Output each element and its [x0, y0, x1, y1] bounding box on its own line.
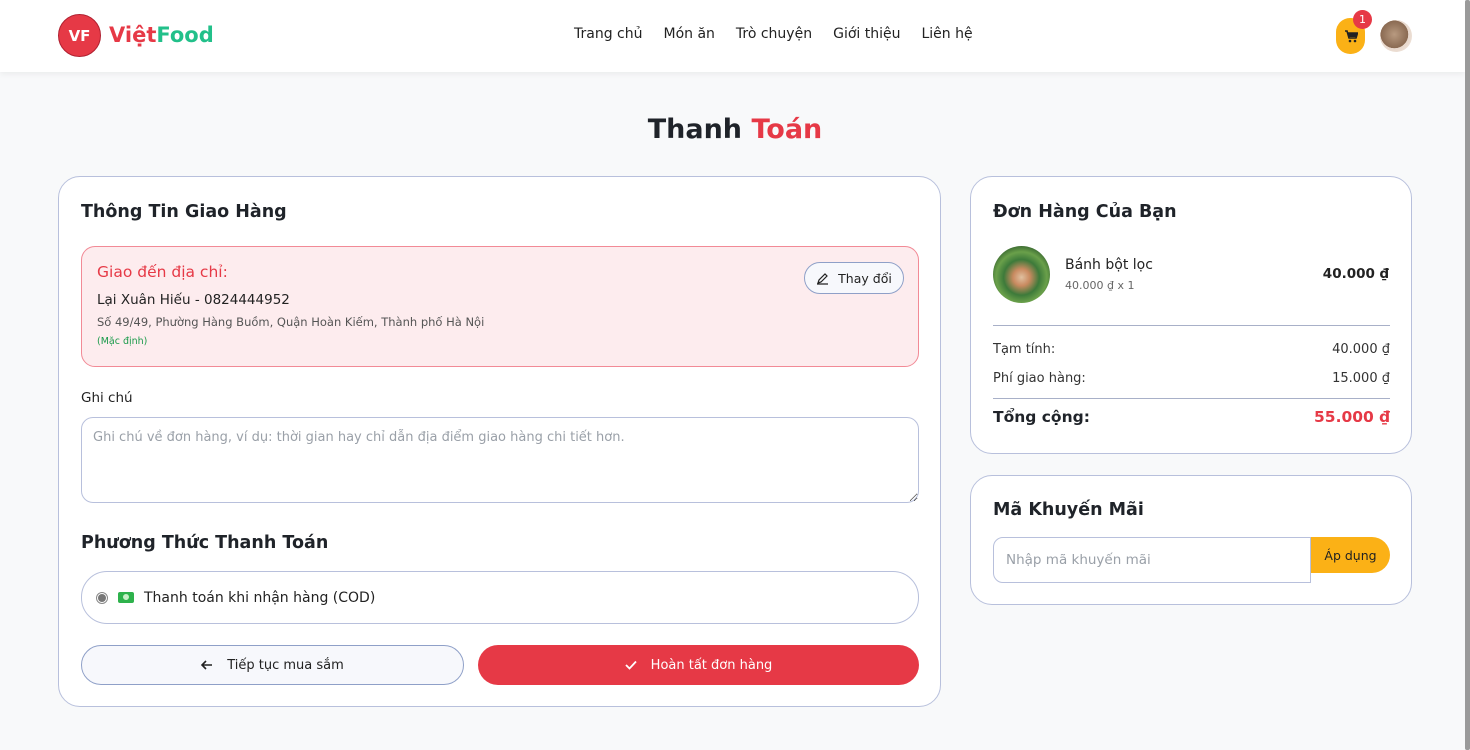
brand-name[interactable]: ViệtFood: [109, 23, 214, 47]
shipping-address-box: Giao đến địa chỉ: Lại Xuân Hiếu - 082444…: [81, 246, 919, 367]
nav-dishes[interactable]: Món ăn: [663, 26, 714, 42]
nav-chat[interactable]: Trò chuyện: [736, 26, 812, 42]
food-line-total: 40.000 ₫: [1322, 266, 1389, 282]
note-textarea[interactable]: [81, 417, 919, 503]
summary-divider: [993, 325, 1390, 326]
order-summary-card: Đơn Hàng Của Bạn Bánh bột lọc 40.000 ₫ x…: [970, 176, 1412, 454]
checkout-form-card: Thông Tin Giao Hàng Giao đến địa chỉ: Lạ…: [58, 176, 941, 707]
brand-part-viet: Việt: [109, 23, 157, 47]
apply-promo-button[interactable]: Áp dụng: [1311, 537, 1390, 573]
payment-option-cod[interactable]: Thanh toán khi nhận hàng (COD): [81, 571, 919, 624]
total-value: 55.000 ₫: [1314, 408, 1390, 426]
shipping-fee-row: Phí giao hàng: 15.000 ₫: [993, 371, 1390, 386]
check-icon: [625, 660, 637, 670]
subtotal-label: Tạm tính:: [993, 342, 1056, 357]
promo-title: Mã Khuyến Mãi: [993, 500, 1144, 520]
food-unit-price: 40.000 ₫ x 1: [1065, 279, 1135, 292]
nav-home[interactable]: Trang chủ: [574, 26, 642, 42]
complete-order-label: Hoàn tất đơn hàng: [650, 657, 773, 673]
complete-order-button[interactable]: Hoàn tất đơn hàng: [478, 645, 919, 685]
recipient-info: Lại Xuân Hiếu - 0824444952: [97, 292, 290, 308]
total-label: Tổng cộng:: [993, 408, 1090, 426]
subtotal-row: Tạm tính: 40.000 ₫: [993, 342, 1390, 357]
page-title: Thanh Toán: [0, 114, 1470, 145]
shipping-title: Thông Tin Giao Hàng: [81, 202, 287, 222]
page-title-part2: Toán: [751, 114, 823, 145]
cart-icon: [1344, 29, 1358, 42]
page-scrollbar[interactable]: [1465, 0, 1470, 750]
subtotal-value: 40.000 ₫: [1332, 342, 1390, 357]
main-nav: Trang chủ Món ăn Trò chuyện Giới thiệu L…: [574, 26, 973, 42]
note-label: Ghi chú: [81, 390, 133, 406]
address-heading: Giao đến địa chỉ:: [97, 263, 228, 281]
nav-about[interactable]: Giới thiệu: [833, 26, 900, 42]
page-title-part1: Thanh: [647, 114, 743, 145]
promo-code-input[interactable]: [993, 537, 1311, 583]
promo-card: Mã Khuyến Mãi Áp dụng: [970, 475, 1412, 605]
edit-icon: [817, 272, 829, 285]
food-thumbnail: [993, 246, 1050, 303]
continue-shopping-button[interactable]: Tiếp tục mua sắm: [81, 645, 464, 685]
continue-shopping-label: Tiếp tục mua sắm: [227, 657, 344, 673]
payment-option-label: Thanh toán khi nhận hàng (COD): [144, 589, 376, 606]
order-title: Đơn Hàng Của Bạn: [993, 202, 1177, 222]
shipping-fee-value: 15.000 ₫: [1332, 371, 1390, 386]
arrow-left-icon: [201, 660, 213, 670]
cart-count-badge: 1: [1353, 10, 1372, 29]
payment-radio[interactable]: [96, 591, 108, 604]
total-divider: [993, 398, 1390, 399]
top-navbar: VF ViệtFood Trang chủ Món ăn Trò chuyện …: [0, 0, 1465, 72]
total-row: Tổng cộng: 55.000 ₫: [993, 408, 1390, 426]
user-avatar[interactable]: [1380, 20, 1412, 52]
brand-part-food: Food: [156, 23, 214, 47]
address-line: Số 49/49, Phường Hàng Buồm, Quận Hoàn Ki…: [97, 315, 485, 329]
change-address-button[interactable]: Thay đổi: [804, 262, 904, 294]
shipping-fee-label: Phí giao hàng:: [993, 371, 1086, 386]
money-icon: [118, 592, 134, 603]
nav-contact[interactable]: Liên hệ: [921, 26, 972, 42]
payment-title: Phương Thức Thanh Toán: [81, 533, 329, 553]
logo-badge[interactable]: VF: [58, 14, 101, 57]
default-address-tag: (Mặc định): [97, 336, 148, 347]
food-name: Bánh bột lọc: [1065, 257, 1153, 273]
change-address-label: Thay đổi: [838, 270, 892, 286]
